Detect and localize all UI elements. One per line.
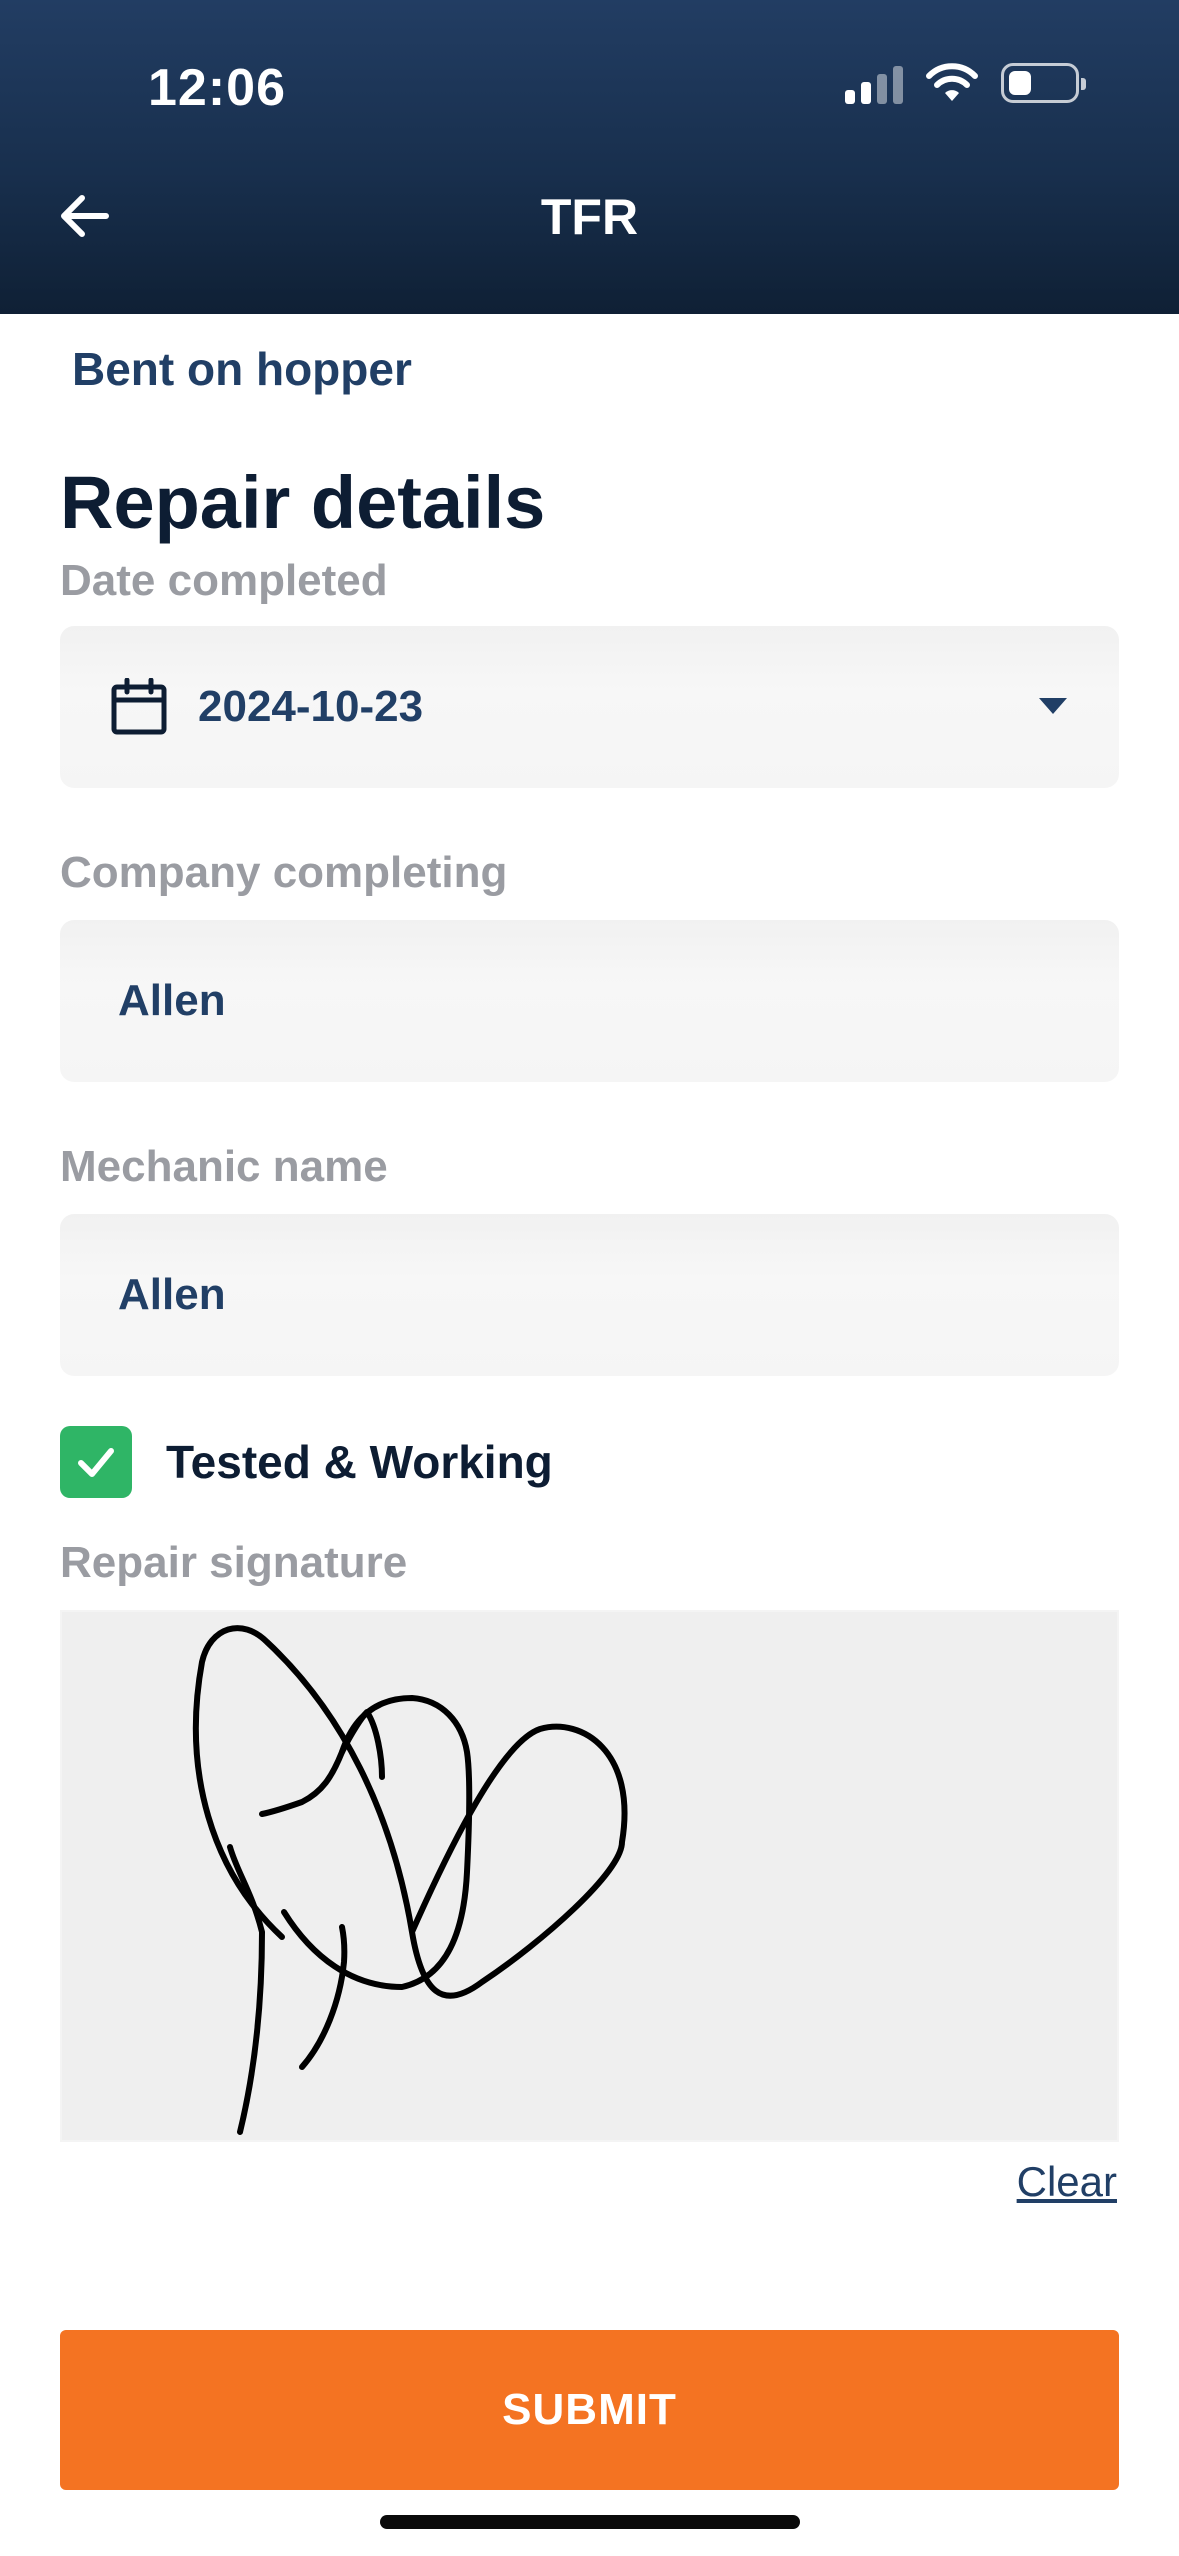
mechanic-label: Mechanic name xyxy=(60,1142,388,1191)
clear-signature-link[interactable]: Clear xyxy=(1017,2158,1117,2206)
tested-working-checkbox[interactable] xyxy=(60,1426,132,1498)
wifi-icon xyxy=(926,63,978,101)
caret-down-icon xyxy=(1039,698,1067,714)
company-label: Company completing xyxy=(60,848,508,897)
signature-label: Repair signature xyxy=(60,1538,408,1587)
cellular-signal-icon xyxy=(845,62,903,104)
checkmark-icon xyxy=(78,1448,114,1477)
mechanic-value: Allen xyxy=(118,1270,226,1319)
date-value: 2024-10-23 xyxy=(198,682,424,731)
calendar-icon xyxy=(111,678,167,735)
section-title: Repair details xyxy=(60,461,546,544)
status-time: 12:06 xyxy=(148,59,286,117)
home-indicator xyxy=(380,2515,800,2529)
issue-description: Bent on hopper xyxy=(72,343,412,395)
signature-drawing xyxy=(192,1625,628,2135)
signature-pad[interactable] xyxy=(60,1610,1119,2142)
mechanic-name-field[interactable]: Allen xyxy=(60,1214,1119,1376)
tested-working-row: Tested & Working xyxy=(60,1426,553,1498)
submit-button[interactable]: SUBMIT xyxy=(60,2330,1119,2490)
date-label: Date completed xyxy=(60,556,388,605)
date-picker[interactable]: 2024-10-23 xyxy=(60,626,1119,788)
tested-working-label: Tested & Working xyxy=(166,1436,553,1488)
battery-icon xyxy=(1001,63,1086,103)
company-value: Allen xyxy=(118,976,226,1025)
status-icons xyxy=(845,62,1086,104)
app-header: 12:06 TFR xyxy=(0,0,1179,314)
page-title: TFR xyxy=(540,189,639,245)
company-field[interactable]: Allen xyxy=(60,920,1119,1082)
